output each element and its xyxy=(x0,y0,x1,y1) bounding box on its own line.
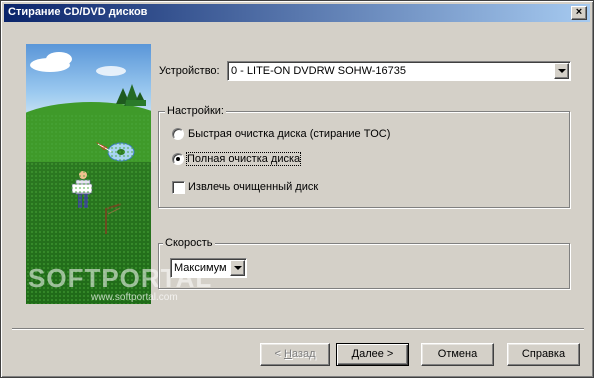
eject-disc-checkbox[interactable] xyxy=(172,181,185,194)
device-select[interactable]: 0 - LITE-ON DVDRW SOHW-16735 xyxy=(227,61,571,81)
speed-select[interactable]: Максимум xyxy=(170,258,247,278)
radio-selected-dot xyxy=(176,157,180,161)
full-erase-radio[interactable] xyxy=(172,153,184,165)
eject-disc-label[interactable]: Извлечь очищенный диск xyxy=(188,181,318,193)
cancel-button-label: Отмена xyxy=(437,348,478,360)
speed-select-value: Максимум xyxy=(174,262,227,274)
speed-dropdown-button[interactable] xyxy=(230,260,245,276)
quick-erase-radio[interactable] xyxy=(172,128,184,140)
window-title: Стирание CD/DVD дисков xyxy=(8,6,148,18)
trees-icon xyxy=(116,84,146,106)
close-button[interactable]: × xyxy=(571,6,587,20)
back-button-rest: азад xyxy=(291,348,316,360)
device-dropdown-button[interactable] xyxy=(554,63,569,79)
quick-erase-label[interactable]: Быстрая очистка диска (стирание TOC) xyxy=(188,128,390,140)
chevron-down-icon xyxy=(234,266,242,270)
footer-separator xyxy=(12,328,584,330)
next-button-label: Далее > xyxy=(351,348,394,360)
full-erase-label[interactable]: Полная очистка диска xyxy=(185,152,302,166)
cancel-button[interactable]: Отмена xyxy=(421,343,494,366)
back-button-prefix: < xyxy=(274,348,284,360)
back-button-accel: Н xyxy=(283,348,292,360)
device-select-value: 0 - LITE-ON DVDRW SOHW-16735 xyxy=(231,65,407,77)
watermark-url: www.softportal.com xyxy=(91,292,178,303)
help-button[interactable]: Справка xyxy=(507,343,580,366)
speed-group-title: Скорость xyxy=(163,237,215,249)
back-button[interactable]: < Назад xyxy=(260,343,330,366)
device-label: Устройство: xyxy=(159,65,220,77)
chevron-down-icon xyxy=(558,69,566,73)
settings-group-title: Настройки: xyxy=(165,105,226,117)
title-bar[interactable]: Стирание CD/DVD дисков × xyxy=(4,4,590,22)
next-button[interactable]: Далее > xyxy=(336,343,409,366)
erase-disc-dialog: Стирание CD/DVD дисков × SOFTPORTAL www.… xyxy=(0,0,594,378)
close-icon: × xyxy=(575,6,583,18)
help-button-label: Справка xyxy=(521,348,566,360)
